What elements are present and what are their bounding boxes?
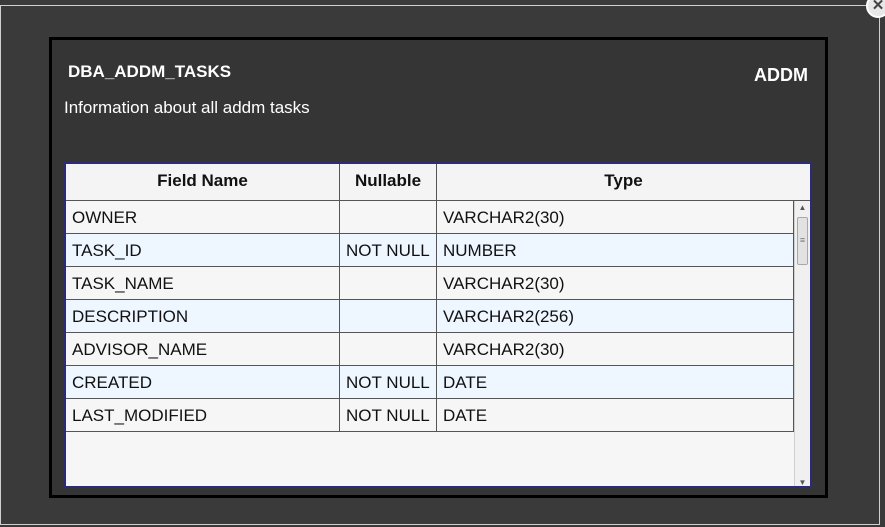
cell-type: DATE [437,399,794,431]
scroll-down-arrow-icon[interactable]: ▼ [795,476,810,486]
cell-field-name: TASK_ID [66,234,340,266]
cell-nullable [340,267,437,299]
cell-nullable: NOT NULL [340,234,437,266]
cell-nullable [340,333,437,365]
cell-field-name: ADVISOR_NAME [66,333,340,365]
brand-label: ADDM [754,65,808,85]
table-row: OWNER VARCHAR2(30) [66,201,794,234]
table-row: TASK_ID NOT NULL NUMBER [66,234,794,267]
cell-field-name: OWNER [66,201,340,233]
cell-field-name: DESCRIPTION [66,300,340,332]
table-body[interactable]: OWNER VARCHAR2(30) TASK_ID NOT NULL NUMBER TA… [66,201,794,486]
cell-type: VARCHAR2(30) [437,333,794,365]
table-header: Field Name Nullable Type [66,164,810,201]
fields-table: Field Name Nullable Type OWNER VARCHAR2(3… [64,162,812,488]
cell-field-name: LAST_MODIFIED [66,399,340,431]
header-nullable: Nullable [340,164,437,200]
table-row: LAST_MODIFIED NOT NULL DATE [66,399,794,432]
close-icon: ✕ [871,0,885,14]
cell-type: VARCHAR2(256) [437,300,794,332]
vertical-scrollbar[interactable]: ▲ ≡ ▼ [794,201,810,486]
cell-nullable [340,300,437,332]
scrollbar-thumb[interactable]: ≡ [797,217,808,265]
cell-nullable: NOT NULL [340,366,437,398]
dialog-panel: DBA_ADDM_TASKS ADDM Information about al… [49,37,828,498]
cell-type: VARCHAR2(30) [437,267,794,299]
table-row: TASK_NAME VARCHAR2(30) [66,267,794,300]
cell-type: DATE [437,366,794,398]
dialog-subtitle: Information about all addm tasks [64,98,310,117]
header-field-name: Field Name [66,164,340,200]
cell-field-name: TASK_NAME [66,267,340,299]
cell-type: VARCHAR2(30) [437,201,794,233]
cell-nullable: NOT NULL [340,399,437,431]
table-row: CREATED NOT NULL DATE [66,366,794,399]
dialog-title: DBA_ADDM_TASKS [68,62,232,81]
cell-type: NUMBER [437,234,794,266]
table-row: DESCRIPTION VARCHAR2(256) [66,300,794,333]
scroll-up-arrow-icon[interactable]: ▲ [795,201,810,215]
cell-nullable [340,201,437,233]
table-row: ADVISOR_NAME VARCHAR2(30) [66,333,794,366]
cell-field-name: CREATED [66,366,340,398]
header-type: Type [604,171,643,190]
